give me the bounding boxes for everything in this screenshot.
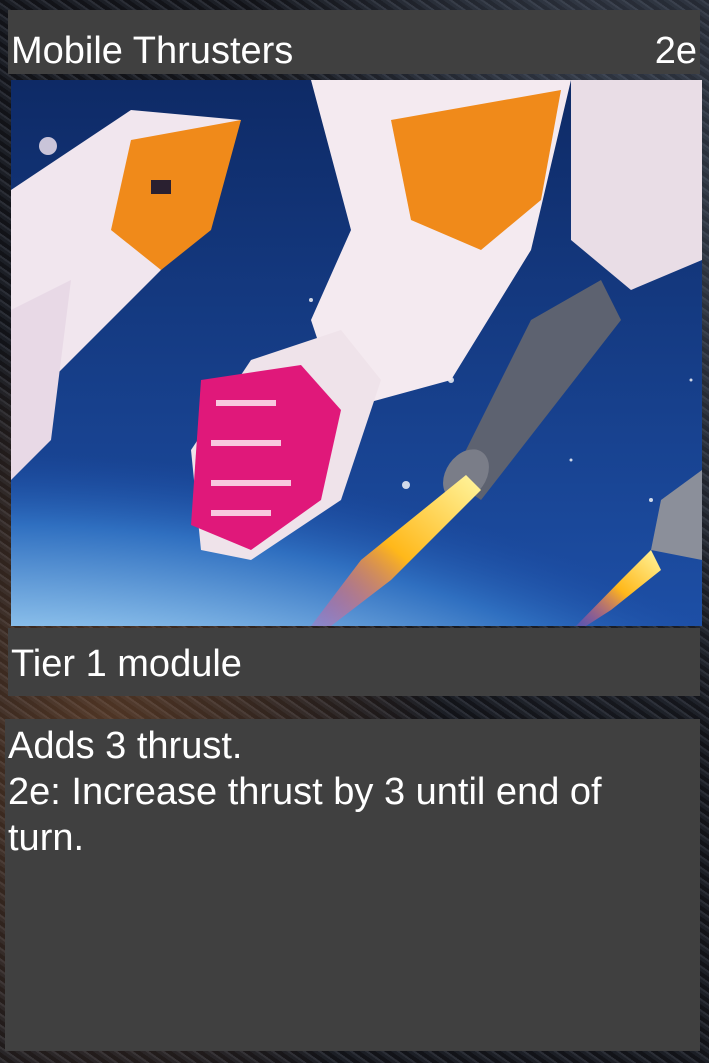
title-bar: Mobile Thrusters 2e <box>8 10 700 74</box>
rules-line: Adds 3 thrust. <box>8 725 243 767</box>
card-type-line: Tier 1 module <box>11 643 242 685</box>
distant-moon <box>39 137 57 155</box>
rules-text: Adds 3 thrust. 2e: Increase thrust by 3 … <box>8 723 660 861</box>
card-artwork <box>11 80 702 626</box>
rules-line: 2e: Increase thrust by 3 until end of tu… <box>8 771 602 859</box>
card-title: Mobile Thrusters <box>11 30 294 72</box>
card-cost: 2e <box>654 30 697 72</box>
rules-text-box: Adds 3 thrust. 2e: Increase thrust by 3 … <box>5 719 700 1051</box>
type-line-bar: Tier 1 module <box>8 628 700 696</box>
